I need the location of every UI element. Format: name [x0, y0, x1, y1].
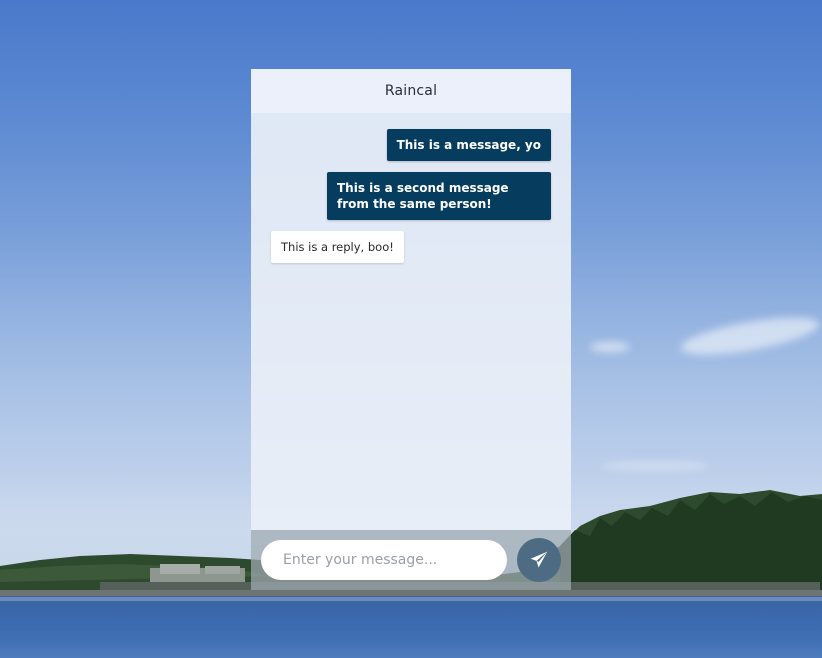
- outgoing-message: This is a message, yo: [386, 129, 551, 161]
- paper-plane-icon: [530, 551, 548, 568]
- chat-header: Raincal: [251, 69, 571, 113]
- cloud: [590, 342, 630, 352]
- message-input-wrapper[interactable]: [261, 540, 507, 580]
- message-input[interactable]: [281, 551, 487, 569]
- composer: [251, 530, 571, 590]
- chat-title: Raincal: [384, 83, 438, 99]
- cloud: [600, 462, 710, 470]
- message-row: This is a second message from the same p…: [271, 172, 551, 220]
- message-list[interactable]: This is a message, yo This is a second m…: [251, 113, 571, 530]
- send-button[interactable]: [517, 538, 561, 582]
- message-row: This is a message, yo: [271, 129, 551, 161]
- outgoing-message: This is a second message from the same p…: [327, 172, 551, 220]
- chat-window: Raincal This is a message, yo This is a …: [251, 69, 571, 590]
- water-shine: [0, 597, 822, 601]
- message-row: This is a reply, boo!: [271, 231, 551, 263]
- water: [0, 596, 822, 658]
- incoming-message: This is a reply, boo!: [271, 231, 404, 263]
- cloud: [678, 310, 822, 362]
- background-scene: Raincal This is a message, yo This is a …: [0, 0, 822, 658]
